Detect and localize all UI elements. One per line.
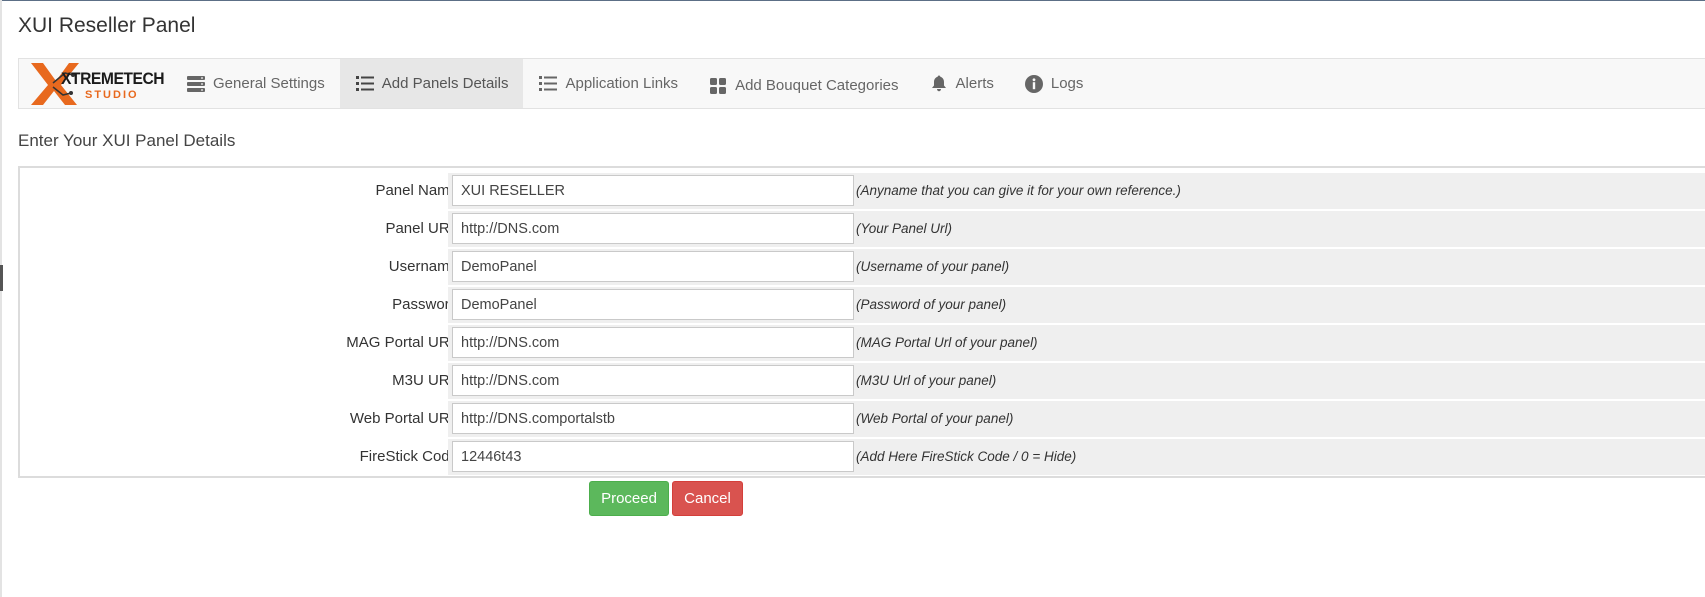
field-label: FireStick Code xyxy=(359,448,458,465)
nav-add-bouquet-categories[interactable]: Add Bouquet Categories xyxy=(693,59,913,108)
form-row-web-portal-url: Web Portal URL (Web Portal of your panel… xyxy=(20,401,1705,437)
left-border xyxy=(0,0,2,597)
field-hint: (Username of your panel) xyxy=(856,259,1010,274)
list-icon xyxy=(538,74,558,94)
nav-add-panels-details[interactable]: Add Panels Details xyxy=(339,59,524,108)
brand-subname: STUDIO xyxy=(85,89,139,101)
password-input[interactable] xyxy=(452,289,854,320)
field-hint: (Anyname that you can give it for your o… xyxy=(856,183,1181,198)
nav-alerts[interactable]: Alerts xyxy=(914,59,1009,108)
form-row-m3u-url: M3U URL (M3U Url of your panel) xyxy=(20,363,1705,399)
side-handle[interactable] xyxy=(0,265,3,291)
nav-application-links[interactable]: Application Links xyxy=(523,59,693,108)
field-hint: (M3U Url of your panel) xyxy=(856,373,997,388)
mag-portal-url-input[interactable] xyxy=(452,327,854,358)
field-label: MAG Portal URL xyxy=(346,334,458,351)
field-hint: (Password of your panel) xyxy=(856,297,1007,312)
main-navbar: XTREMETECH STUDIO General Settings Add P… xyxy=(18,58,1705,109)
server-icon xyxy=(186,74,206,94)
nav-label: Add Bouquet Categories xyxy=(735,77,899,94)
m3u-url-input[interactable] xyxy=(452,365,854,396)
cancel-button[interactable]: Cancel xyxy=(672,481,743,516)
panel-name-input[interactable] xyxy=(452,175,854,206)
page-title: XUI Reseller Panel xyxy=(18,14,196,37)
form-row-username: Username (Username of your panel) xyxy=(20,249,1705,285)
top-border xyxy=(0,0,1705,1)
panel-details-form: Panel Name (Anyname that you can give it… xyxy=(18,166,1705,478)
firestick-code-input[interactable] xyxy=(452,441,854,472)
field-label: Panel Name xyxy=(375,182,458,199)
nav-logs[interactable]: Logs xyxy=(1009,59,1099,108)
form-row-password: Password (Password of your panel) xyxy=(20,287,1705,323)
nav-label: Application Links xyxy=(565,75,679,92)
info-icon xyxy=(1024,74,1044,94)
brand-logo[interactable]: XTREMETECH STUDIO xyxy=(19,59,171,108)
nav-label: Logs xyxy=(1050,75,1084,92)
form-row-firestick-code: FireStick Code (Add Here FireStick Code … xyxy=(20,439,1705,475)
form-title: Enter Your XUI Panel Details xyxy=(18,131,236,150)
nav-label: Alerts xyxy=(955,75,994,92)
grid-icon xyxy=(708,76,728,96)
brand-name: XTREMETECH xyxy=(61,69,165,88)
field-label: Web Portal URL xyxy=(349,410,458,427)
proceed-button[interactable]: Proceed xyxy=(589,481,669,516)
panel-url-input[interactable] xyxy=(452,213,854,244)
web-portal-url-input[interactable] xyxy=(452,403,854,434)
bell-icon xyxy=(929,74,949,94)
field-hint: (Your Panel Url) xyxy=(856,221,953,236)
form-row-panel-url: Panel URL (Your Panel Url) xyxy=(20,211,1705,247)
form-row-panel-name: Panel Name (Anyname that you can give it… xyxy=(20,173,1705,209)
nav-general-settings[interactable]: General Settings xyxy=(171,59,340,108)
field-hint: (Web Portal of your panel) xyxy=(856,411,1014,426)
nav-label: Add Panels Details xyxy=(381,75,509,92)
field-hint: (Add Here FireStick Code / 0 = Hide) xyxy=(856,449,1077,464)
list-icon xyxy=(355,74,375,94)
nav-label: General Settings xyxy=(213,75,325,92)
form-row-mag-portal-url: MAG Portal URL (MAG Portal Url of your p… xyxy=(20,325,1705,361)
field-hint: (MAG Portal Url of your panel) xyxy=(856,335,1038,350)
username-input[interactable] xyxy=(452,251,854,282)
